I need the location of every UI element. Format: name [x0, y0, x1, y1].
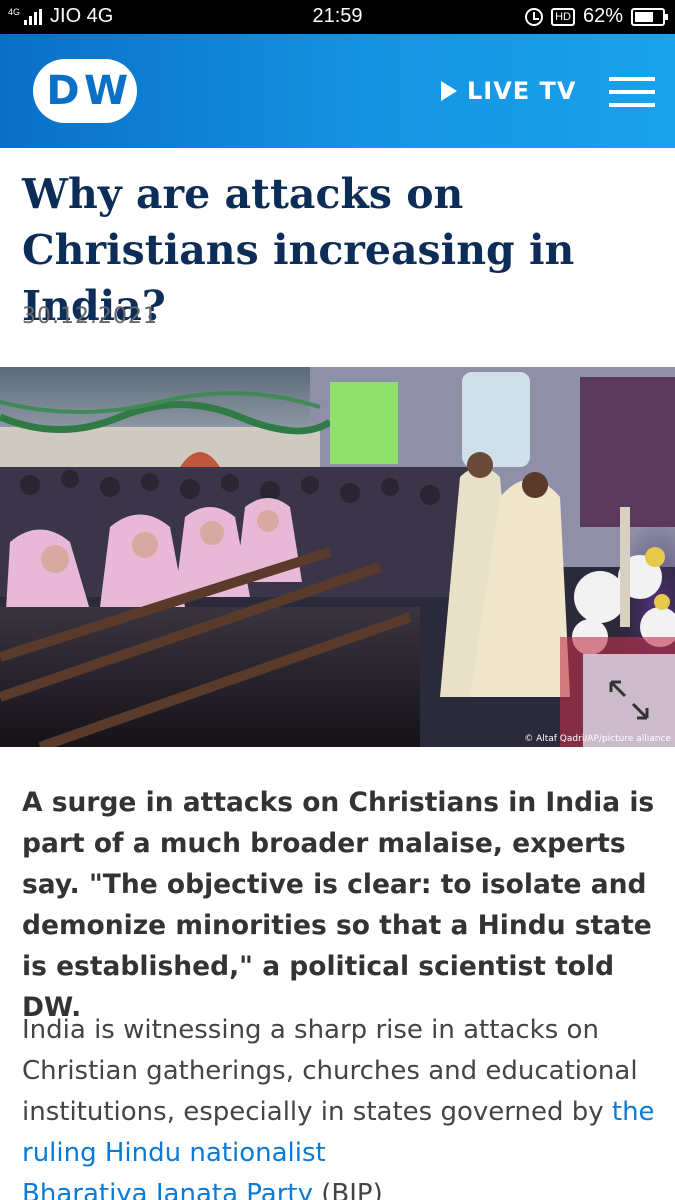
hd-icon: HD: [551, 7, 575, 26]
church-scene-illustration: [0, 367, 675, 747]
battery-percent: 62%: [582, 5, 623, 27]
article-date: 30.12.2021: [22, 304, 158, 329]
article-lead: A surge in attacks on Christians in Indi…: [22, 787, 655, 1023]
body-text-end: (BJP): [313, 1179, 383, 1200]
article-photo[interactable]: © Altaf Qadri/AP/picture alliance: [0, 367, 675, 747]
live-tv-button[interactable]: LIVE TV: [441, 74, 577, 108]
dw-logo[interactable]: D W: [33, 59, 137, 123]
logo-letter-w: W: [83, 68, 129, 114]
status-right: HD 62%: [525, 5, 668, 28]
battery-icon: [631, 7, 668, 26]
alarm-icon: [525, 7, 544, 26]
body-text-start: India is witnessing a sharp rise in atta…: [22, 1015, 638, 1127]
logo-letter-d: D: [46, 68, 80, 114]
photo-credit: © Altaf Qadri/AP/picture alliance: [524, 734, 671, 744]
live-tv-label: LIVE TV: [467, 77, 577, 105]
menu-icon[interactable]: [609, 77, 655, 107]
article-body-paragraph: India is witnessing a sharp rise in atta…: [22, 1010, 662, 1200]
expand-icon: [609, 680, 649, 720]
bjp-link-line2[interactable]: Bharatiya Janata Party: [22, 1179, 313, 1200]
site-header: D W LIVE TV: [0, 34, 675, 148]
play-icon: [441, 81, 457, 101]
status-bar: 4G JIO 4G 21:59 HD 62%: [0, 0, 675, 34]
